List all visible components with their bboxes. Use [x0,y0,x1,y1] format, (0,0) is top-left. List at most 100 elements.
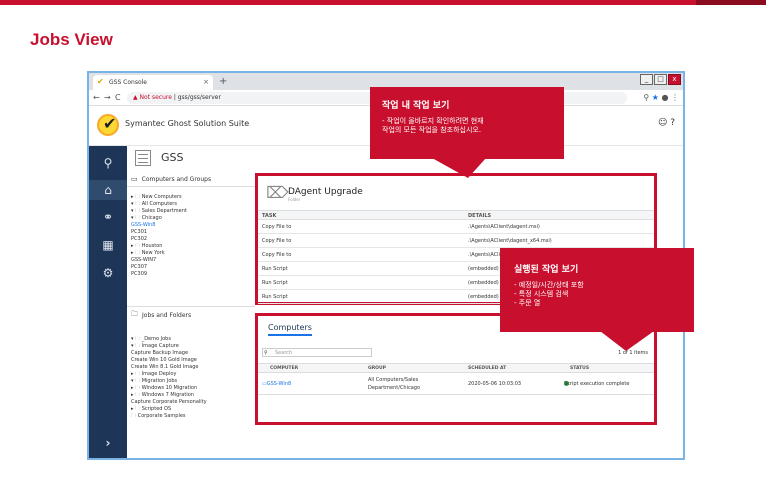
task-table-header: TASK DETAILS [258,210,654,220]
col-scheduled: SCHEDULED AT [468,366,507,371]
browser-actions: ⚲ ★ ● ⋮ [643,91,679,105]
callout2-line2: - 특정 시스템 검색 [514,290,569,298]
job-node[interactable]: ▸ 🗀 Windows 7 Migration [131,392,255,399]
callout2-title: 실행된 작업 보기 [514,265,579,275]
header-icons: ☺ ? [658,118,675,128]
url-text: gss/gss/server [177,94,221,101]
security-status: Not secure [139,94,172,101]
reload-button[interactable]: C [115,91,121,105]
browser-tab[interactable]: ✔ GSS Console × [93,75,213,90]
server-icon [135,150,151,166]
job-node[interactable]: ▸ 🗀 Scripted OS [131,406,255,413]
tab-close-icon[interactable]: × [203,75,209,90]
job-node[interactable]: ▾ 🗀 Image Capture [131,343,255,350]
tag-icon: ⌦ [266,183,289,202]
computers-tree: ▸ 🗀 New Computers ▾ 🗀 All Computers ▾ 🗀 … [127,187,255,278]
tree-node[interactable]: ▸ 🗀 New Computers [131,194,255,201]
task-row[interactable]: Copy File to .\Agents\AClient\dagent_x64.… [258,234,654,248]
col-group: GROUP [368,366,386,371]
tab-title: GSS Console [109,79,147,86]
task-row[interactable]: Copy File to .\Agents\AClient\dagent.msi) [258,220,654,234]
help-icon[interactable]: ? [670,118,675,128]
search-icon[interactable]: ⚲ [89,156,127,170]
home-icon[interactable]: ⌂ [89,180,127,200]
close-window-button[interactable]: x [668,74,681,85]
back-button[interactable]: ← [93,91,100,105]
tree-node[interactable]: ▾ 🗀 All Computers [131,201,255,208]
tree-node[interactable]: ▸ 🗀 New York [131,250,255,257]
account-icon[interactable]: ● [661,93,668,102]
callout1-line2: 작업의 모든 작업을 참조하십시오. [382,126,482,134]
jobs-tree-panel: 🗀 Jobs and Folders ▾ 🗀 _Demo Jobs ▾ 🗀 Im… [127,306,255,420]
window-controls: _ □ x [639,74,681,85]
tree-node[interactable]: PC309 [131,271,255,278]
tree-node[interactable]: ▾ 🗀 Sales Department [131,208,255,215]
user-icon[interactable]: ☺ [658,118,667,128]
slide-top-bar [0,0,766,5]
callout2-pointer [600,331,654,351]
group-line2: Department/Chicago [368,385,421,391]
callout2-line3: - 주문 열 [514,299,541,307]
forward-button[interactable]: → [104,91,111,105]
callout1-pointer [432,158,486,178]
computer-row[interactable]: ▭ GSS-Win8 All Computers/Sales Departmen… [258,375,654,395]
computers-table-header: COMPUTER GROUP SCHEDULED AT STATUS [258,363,654,373]
computer-search-input[interactable]: ⚲ Search [262,348,372,357]
jobs-panel-header: 🗀 Jobs and Folders [127,307,255,324]
monitor-icon: ▭ [131,175,138,183]
computers-tree-panel: ▭ Computers and Groups ▸ 🗀 New Computers… [127,172,255,278]
callout2-line1: - 예정일/시간/상태 포함 [514,281,584,289]
callout-job-tasks: 작업 내 작업 보기 - 작업이 올바르지 확인하려면 현재 작업의 모든 작업… [370,87,564,159]
callout1-title: 작업 내 작업 보기 [382,101,450,111]
computers-panel-title: Computers and Groups [141,175,212,183]
job-subtitle: Folder [288,197,301,202]
left-nav: ⚲ ⌂ ⚭ ▦ ⚙ › [89,146,127,458]
col-status: STATUS [570,366,590,371]
tree-node[interactable]: PC301 [131,229,255,236]
report-icon[interactable]: ▦ [89,238,127,252]
section-title: GSS [161,151,184,164]
minimize-button[interactable]: _ [640,74,653,85]
computers-panel-header: ▭ Computers and Groups [127,172,255,187]
computer-link[interactable]: ▭ GSS-Win8 [262,381,291,387]
computer-name: GSS-Win8 [266,381,292,387]
gss-logo-icon: ✔ [97,77,104,86]
symantec-logo: ✔ [97,114,119,136]
callout-executed-jobs: 실행된 작업 보기 - 예정일/시간/상태 포함 - 특정 시스템 검색 - 주… [500,248,694,332]
job-node[interactable]: ▸ 🗀 Image Deploy [131,371,255,378]
jobs-tree: ▾ 🗀 _Demo Jobs ▾ 🗀 Image Capture Capture… [127,324,255,420]
scheduled-at: 2020-05-06 10:03:03 [468,381,522,387]
job-node[interactable]: 🗀 Corporate Samples [131,413,255,420]
job-node[interactable]: Capture Corporate Personality [131,399,255,406]
jobs-panel-title: Jobs and Folders [142,312,192,319]
star-icon[interactable]: ★ [652,93,659,102]
search-icon: ⚲ [264,350,268,356]
search-placeholder: Search [275,350,293,356]
tree-node[interactable]: PC307 [131,264,255,271]
settings-icon[interactable]: ⚙ [89,266,127,280]
tree-node[interactable]: GSS-WIN7 [131,257,255,264]
maximize-button[interactable]: □ [654,74,667,85]
job-node[interactable]: Create Win 10 Gold Image [131,357,255,364]
job-node[interactable]: Capture Backup Image [131,350,255,357]
app-name: Symantec Ghost Solution Suite [125,119,250,128]
status-text: Script execution complete [564,381,630,387]
job-node[interactable]: Create Win 8.1 Gold Image [131,364,255,371]
zoom-icon[interactable]: ⚲ [643,93,649,102]
job-node[interactable]: ▸ 🗀 Windows 10 Migration [131,385,255,392]
tree-node-selected[interactable]: GSS-Win8 [131,222,255,229]
tree-node[interactable]: ▸ 🗀 Houston [131,243,255,250]
menu-icon[interactable]: ⋮ [671,93,679,102]
jobs-folder-icon: 🗀 [131,310,138,318]
slide-title: Jobs View [30,30,113,49]
new-tab-button[interactable]: + [219,74,227,89]
job-title: DAgent Upgrade [288,187,363,197]
col-computer: COMPUTER [270,366,299,371]
job-node[interactable]: ▾ 🗀 Migration Jobs [131,378,255,385]
tree-node[interactable]: PC302 [131,236,255,243]
network-icon[interactable]: ⚭ [89,210,127,224]
tab-computers[interactable]: Computers [268,323,312,336]
tree-node[interactable]: ▾ 🗀 Chicago [131,215,255,222]
expand-icon[interactable]: › [89,436,127,450]
job-node[interactable]: ▾ 🗀 _Demo Jobs [131,336,255,343]
